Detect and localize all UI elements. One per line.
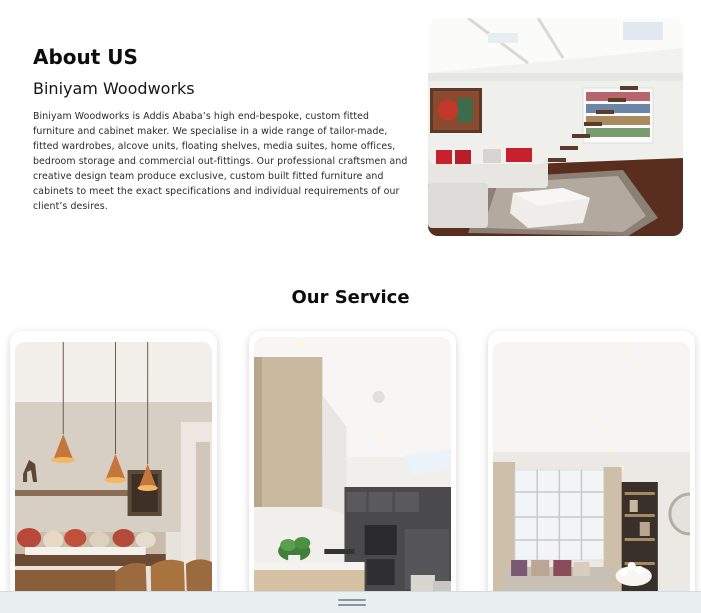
about-section: About US Biniyam Woodworks Biniyam Woodw… <box>33 44 408 214</box>
service-card[interactable] <box>249 331 456 613</box>
living-room-image <box>493 342 690 613</box>
drag-handle-icon[interactable] <box>338 599 366 607</box>
service-card[interactable] <box>488 331 695 613</box>
bottom-drawer-bar[interactable] <box>0 591 701 613</box>
about-subtitle: Biniyam Woodworks <box>33 79 195 98</box>
service-card[interactable] <box>10 331 217 613</box>
about-title: About US <box>33 45 138 69</box>
services-title: Our Service <box>291 287 410 308</box>
hero-living-room-image <box>428 18 683 236</box>
dining-room-image <box>15 342 212 613</box>
kitchen-image <box>254 337 451 613</box>
about-description: Biniyam Woodworks is Addis Ababa’s high … <box>33 111 408 212</box>
